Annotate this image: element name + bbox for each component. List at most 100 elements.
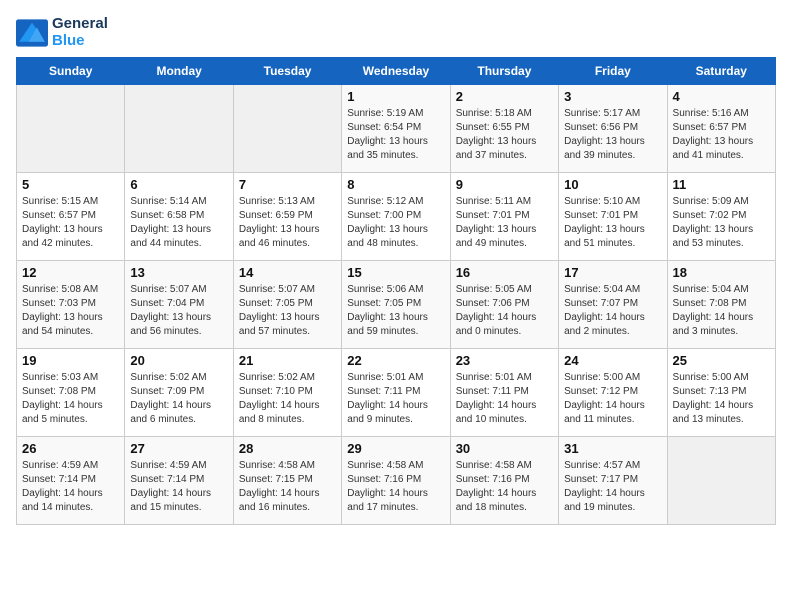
day-number: 24 bbox=[564, 353, 661, 368]
day-number: 26 bbox=[22, 441, 119, 456]
day-info: Sunrise: 5:02 AM Sunset: 7:09 PM Dayligh… bbox=[130, 371, 227, 427]
day-cell: 15 Sunrise: 5:06 AM Sunset: 7:05 PM Dayli… bbox=[342, 261, 450, 349]
day-info: Sunrise: 5:14 AM Sunset: 6:58 PM Dayligh… bbox=[130, 195, 227, 251]
day-number: 30 bbox=[456, 441, 553, 456]
day-info: Sunrise: 5:07 AM Sunset: 7:05 PM Dayligh… bbox=[239, 283, 336, 339]
day-number: 31 bbox=[564, 441, 661, 456]
day-info: Sunrise: 5:00 AM Sunset: 7:12 PM Dayligh… bbox=[564, 371, 661, 427]
week-row-4: 19Sunrise: 5:03 AM Sunset: 7:08 PM Dayli… bbox=[17, 349, 776, 437]
day-cell: 3 Sunrise: 5:17 AM Sunset: 6:56 PM Daylig… bbox=[559, 85, 667, 173]
logo: General Blue bbox=[16, 16, 108, 49]
day-cell: 28 Sunrise: 4:58 AM Sunset: 7:15 PM Dayli… bbox=[233, 437, 341, 525]
day-info: Sunrise: 4:59 AM Sunset: 7:14 PM Dayligh… bbox=[22, 459, 119, 515]
calendar-table: SundayMondayTuesdayWednesdayThursdayFrid… bbox=[16, 57, 776, 525]
day-number: 5 bbox=[22, 177, 119, 192]
day-cell: 8 Sunrise: 5:12 AM Sunset: 7:00 PM Daylig… bbox=[342, 173, 450, 261]
day-number: 14 bbox=[239, 265, 336, 280]
day-cell bbox=[667, 437, 775, 525]
day-number: 21 bbox=[239, 353, 336, 368]
day-cell: 9Sunrise: 5:11 AM Sunset: 7:01 PM Daylig… bbox=[450, 173, 558, 261]
day-cell: 5 Sunrise: 5:15 AM Sunset: 6:57 PM Daylig… bbox=[17, 173, 125, 261]
page-header: General Blue bbox=[16, 16, 776, 49]
day-info: Sunrise: 5:06 AM Sunset: 7:05 PM Dayligh… bbox=[347, 283, 444, 339]
week-row-3: 12 Sunrise: 5:08 AM Sunset: 7:03 PM Dayli… bbox=[17, 261, 776, 349]
day-info: Sunrise: 5:13 AM Sunset: 6:59 PM Dayligh… bbox=[239, 195, 336, 251]
day-number: 3 bbox=[564, 89, 661, 104]
day-number: 17 bbox=[564, 265, 661, 280]
day-cell: 27 Sunrise: 4:59 AM Sunset: 7:14 PM Dayli… bbox=[125, 437, 233, 525]
day-number: 16 bbox=[456, 265, 553, 280]
day-number: 1 bbox=[347, 89, 444, 104]
day-info: Sunrise: 5:16 AM Sunset: 6:57 PM Dayligh… bbox=[673, 107, 770, 163]
day-info: Sunrise: 4:57 AM Sunset: 7:17 PM Dayligh… bbox=[564, 459, 661, 515]
day-info: Sunrise: 5:04 AM Sunset: 7:07 PM Dayligh… bbox=[564, 283, 661, 339]
day-info: Sunrise: 4:58 AM Sunset: 7:16 PM Dayligh… bbox=[456, 459, 553, 515]
day-number: 18 bbox=[673, 265, 770, 280]
day-cell bbox=[125, 85, 233, 173]
day-info: Sunrise: 4:58 AM Sunset: 7:16 PM Dayligh… bbox=[347, 459, 444, 515]
day-number: 22 bbox=[347, 353, 444, 368]
week-row-2: 5 Sunrise: 5:15 AM Sunset: 6:57 PM Daylig… bbox=[17, 173, 776, 261]
logo-icon bbox=[16, 19, 48, 47]
day-cell: 31 Sunrise: 4:57 AM Sunset: 7:17 PM Dayli… bbox=[559, 437, 667, 525]
week-row-1: 1 Sunrise: 5:19 AM Sunset: 6:54 PM Daylig… bbox=[17, 85, 776, 173]
day-number: 19 bbox=[22, 353, 119, 368]
day-cell: 19Sunrise: 5:03 AM Sunset: 7:08 PM Dayli… bbox=[17, 349, 125, 437]
day-info: Sunrise: 5:01 AM Sunset: 7:11 PM Dayligh… bbox=[456, 371, 553, 427]
day-info: Sunrise: 5:01 AM Sunset: 7:11 PM Dayligh… bbox=[347, 371, 444, 427]
day-cell: 29Sunrise: 4:58 AM Sunset: 7:16 PM Dayli… bbox=[342, 437, 450, 525]
weekday-header-sunday: Sunday bbox=[17, 58, 125, 85]
day-number: 10 bbox=[564, 177, 661, 192]
day-info: Sunrise: 5:07 AM Sunset: 7:04 PM Dayligh… bbox=[130, 283, 227, 339]
weekday-header-friday: Friday bbox=[559, 58, 667, 85]
day-cell: 6 Sunrise: 5:14 AM Sunset: 6:58 PM Daylig… bbox=[125, 173, 233, 261]
day-number: 9 bbox=[456, 177, 553, 192]
day-number: 4 bbox=[673, 89, 770, 104]
day-cell: 22 Sunrise: 5:01 AM Sunset: 7:11 PM Dayli… bbox=[342, 349, 450, 437]
day-info: Sunrise: 5:19 AM Sunset: 6:54 PM Dayligh… bbox=[347, 107, 444, 163]
day-cell: 1 Sunrise: 5:19 AM Sunset: 6:54 PM Daylig… bbox=[342, 85, 450, 173]
day-number: 15 bbox=[347, 265, 444, 280]
day-cell: 20 Sunrise: 5:02 AM Sunset: 7:09 PM Dayli… bbox=[125, 349, 233, 437]
day-info: Sunrise: 4:59 AM Sunset: 7:14 PM Dayligh… bbox=[130, 459, 227, 515]
day-cell: 23 Sunrise: 5:01 AM Sunset: 7:11 PM Dayli… bbox=[450, 349, 558, 437]
day-info: Sunrise: 5:15 AM Sunset: 6:57 PM Dayligh… bbox=[22, 195, 119, 251]
day-info: Sunrise: 5:08 AM Sunset: 7:03 PM Dayligh… bbox=[22, 283, 119, 339]
day-number: 28 bbox=[239, 441, 336, 456]
day-number: 27 bbox=[130, 441, 227, 456]
day-info: Sunrise: 5:00 AM Sunset: 7:13 PM Dayligh… bbox=[673, 371, 770, 427]
weekday-header-monday: Monday bbox=[125, 58, 233, 85]
day-cell: 25 Sunrise: 5:00 AM Sunset: 7:13 PM Dayli… bbox=[667, 349, 775, 437]
day-cell: 18Sunrise: 5:04 AM Sunset: 7:08 PM Dayli… bbox=[667, 261, 775, 349]
day-number: 13 bbox=[130, 265, 227, 280]
weekday-header-thursday: Thursday bbox=[450, 58, 558, 85]
day-cell: 10Sunrise: 5:10 AM Sunset: 7:01 PM Dayli… bbox=[559, 173, 667, 261]
day-cell: 2Sunrise: 5:18 AM Sunset: 6:55 PM Daylig… bbox=[450, 85, 558, 173]
day-cell: 21Sunrise: 5:02 AM Sunset: 7:10 PM Dayli… bbox=[233, 349, 341, 437]
day-cell: 24 Sunrise: 5:00 AM Sunset: 7:12 PM Dayli… bbox=[559, 349, 667, 437]
day-number: 20 bbox=[130, 353, 227, 368]
day-cell: 26 Sunrise: 4:59 AM Sunset: 7:14 PM Dayli… bbox=[17, 437, 125, 525]
day-number: 6 bbox=[130, 177, 227, 192]
day-cell: 16Sunrise: 5:05 AM Sunset: 7:06 PM Dayli… bbox=[450, 261, 558, 349]
day-cell: 14 Sunrise: 5:07 AM Sunset: 7:05 PM Dayli… bbox=[233, 261, 341, 349]
day-info: Sunrise: 5:17 AM Sunset: 6:56 PM Dayligh… bbox=[564, 107, 661, 163]
day-number: 23 bbox=[456, 353, 553, 368]
weekday-header-row: SundayMondayTuesdayWednesdayThursdayFrid… bbox=[17, 58, 776, 85]
weekday-header-tuesday: Tuesday bbox=[233, 58, 341, 85]
day-info: Sunrise: 4:58 AM Sunset: 7:15 PM Dayligh… bbox=[239, 459, 336, 515]
day-cell: 30 Sunrise: 4:58 AM Sunset: 7:16 PM Dayli… bbox=[450, 437, 558, 525]
day-info: Sunrise: 5:12 AM Sunset: 7:00 PM Dayligh… bbox=[347, 195, 444, 251]
day-number: 7 bbox=[239, 177, 336, 192]
day-number: 25 bbox=[673, 353, 770, 368]
day-cell: 17 Sunrise: 5:04 AM Sunset: 7:07 PM Dayli… bbox=[559, 261, 667, 349]
day-cell: 7 Sunrise: 5:13 AM Sunset: 6:59 PM Daylig… bbox=[233, 173, 341, 261]
day-cell bbox=[17, 85, 125, 173]
day-number: 8 bbox=[347, 177, 444, 192]
day-number: 11 bbox=[673, 177, 770, 192]
week-row-5: 26 Sunrise: 4:59 AM Sunset: 7:14 PM Dayli… bbox=[17, 437, 776, 525]
day-number: 2 bbox=[456, 89, 553, 104]
day-cell: 11Sunrise: 5:09 AM Sunset: 7:02 PM Dayli… bbox=[667, 173, 775, 261]
day-number: 12 bbox=[22, 265, 119, 280]
logo-text: General Blue bbox=[52, 16, 108, 49]
